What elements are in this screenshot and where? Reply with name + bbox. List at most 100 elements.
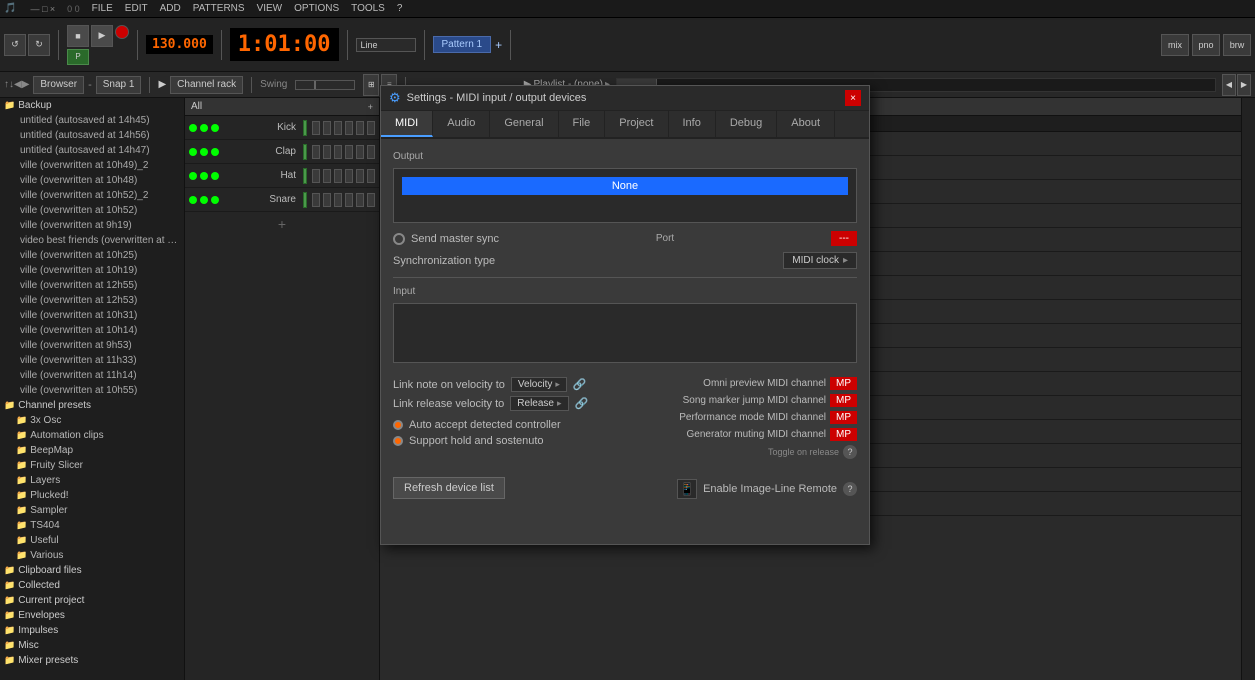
pattern-btn[interactable]: Pattern 1 (433, 36, 492, 53)
sidebar-item[interactable]: Misc (0, 638, 184, 653)
tab-audio[interactable]: Audio (433, 111, 490, 137)
channel-pad[interactable] (345, 169, 353, 183)
tab-info[interactable]: Info (669, 111, 716, 137)
menu-file[interactable]: FILE (92, 3, 113, 14)
channel-pad[interactable] (312, 145, 320, 159)
channel-led[interactable] (189, 196, 197, 204)
sidebar-item[interactable]: ville (overwritten at 11h14) (0, 368, 184, 383)
channel-led[interactable] (200, 148, 208, 156)
channel-led[interactable] (211, 148, 219, 156)
note-velocity-link-icon[interactable]: 🔗 (573, 378, 587, 391)
sidebar-item[interactable]: Collected (0, 578, 184, 593)
modal-close-btn[interactable]: × (845, 90, 861, 106)
menu-options[interactable]: OPTIONS (294, 3, 339, 14)
channel-pad[interactable] (367, 145, 375, 159)
channel-pad[interactable] (356, 121, 364, 135)
channel-mode-btn[interactable]: ⊞ (363, 74, 379, 96)
mixer-btn[interactable]: mix (1161, 34, 1189, 56)
menu-help[interactable]: ? (397, 3, 403, 14)
sidebar-item[interactable]: ville (overwritten at 10h49)_2 (0, 158, 184, 173)
sidebar-item[interactable]: ville (overwritten at 12h55) (0, 278, 184, 293)
channel-rack-btn[interactable]: Channel rack (170, 76, 243, 94)
sidebar-item[interactable]: untitled (autosaved at 14h56) (0, 128, 184, 143)
snap-btn[interactable]: Snap 1 (96, 76, 142, 94)
sidebar-item[interactable]: Envelopes (0, 608, 184, 623)
sidebar-item[interactable]: Fruity Slicer (0, 458, 184, 473)
menu-tools[interactable]: TOOLS (351, 3, 385, 14)
channel-led[interactable] (189, 124, 197, 132)
output-list[interactable]: None (393, 168, 857, 223)
sidebar-item[interactable]: ville (overwritten at 10h31) (0, 308, 184, 323)
redo-btn[interactable]: ↻ (28, 34, 50, 56)
channel-pad[interactable] (367, 169, 375, 183)
sidebar-item[interactable]: Useful (0, 533, 184, 548)
menu-patterns[interactable]: PATTERNS (193, 3, 245, 14)
tab-midi[interactable]: MIDI (381, 111, 433, 137)
channel-row[interactable]: Clap (185, 140, 379, 164)
channel-led[interactable] (189, 172, 197, 180)
song-marker-btn[interactable]: MP (830, 394, 857, 407)
channel-pad[interactable] (334, 169, 342, 183)
sidebar-item[interactable]: Various (0, 548, 184, 563)
channel-pad[interactable] (323, 169, 331, 183)
tab-general[interactable]: General (490, 111, 558, 137)
playlist-scrollbar[interactable] (1241, 98, 1255, 680)
channel-led[interactable] (211, 172, 219, 180)
channel-add-large[interactable]: + (278, 216, 286, 232)
channel-add-btn[interactable]: + (368, 102, 373, 112)
input-list[interactable] (393, 303, 857, 363)
sidebar-item[interactable]: Sampler (0, 503, 184, 518)
sidebar-item[interactable]: Mixer presets (0, 653, 184, 668)
pattern-mode-btn[interactable]: P (67, 49, 89, 65)
channel-pad[interactable] (323, 121, 331, 135)
sidebar-item[interactable]: untitled (autosaved at 14h45) (0, 113, 184, 128)
sidebar-item[interactable]: video best friends (overwritten at 9h01) (0, 233, 184, 248)
channel-pad[interactable] (345, 193, 353, 207)
scroll-right-btn[interactable]: ▶ (1237, 74, 1251, 96)
support-hold-radio[interactable] (393, 436, 403, 446)
channel-led[interactable] (211, 196, 219, 204)
piano-btn[interactable]: pno (1192, 34, 1220, 56)
bpm-display[interactable]: 130.000 (146, 35, 213, 54)
channel-led[interactable] (200, 172, 208, 180)
sidebar-item[interactable]: ville (overwritten at 11h33) (0, 353, 184, 368)
swing-slider[interactable] (295, 80, 355, 90)
auto-accept-radio[interactable] (393, 420, 403, 430)
scroll-left-btn[interactable]: ◀ (1222, 74, 1236, 96)
menu-add[interactable]: ADD (160, 3, 181, 14)
tab-debug[interactable]: Debug (716, 111, 777, 137)
sidebar-item[interactable]: ville (overwritten at 12h53) (0, 293, 184, 308)
sidebar-item[interactable]: ville (overwritten at 10h19) (0, 263, 184, 278)
menu-view[interactable]: VIEW (257, 3, 283, 14)
remote-info-icon[interactable]: ? (843, 482, 857, 496)
channel-row[interactable]: Kick (185, 116, 379, 140)
channel-pad[interactable] (323, 145, 331, 159)
omni-preview-btn[interactable]: MP (830, 377, 857, 390)
sidebar-item[interactable]: ville (overwritten at 10h48) (0, 173, 184, 188)
note-velocity-select[interactable]: Velocity ▸ (511, 377, 567, 392)
sidebar-item[interactable]: TS404 (0, 518, 184, 533)
channel-led[interactable] (200, 196, 208, 204)
channel-pad[interactable] (345, 121, 353, 135)
channel-row[interactable]: Hat (185, 164, 379, 188)
sidebar-item[interactable]: ville (overwritten at 10h14) (0, 323, 184, 338)
sidebar-item[interactable]: ville (overwritten at 10h52) (0, 203, 184, 218)
line-select[interactable]: Line (356, 38, 416, 52)
sidebar-item[interactable]: Automation clips (0, 428, 184, 443)
sidebar-item[interactable]: Channel presets (0, 398, 184, 413)
sidebar-item[interactable]: ville (overwritten at 9h19) (0, 218, 184, 233)
sidebar-item[interactable]: Layers (0, 473, 184, 488)
channel-led[interactable] (189, 148, 197, 156)
refresh-btn[interactable]: Refresh device list (393, 477, 505, 499)
performance-mode-btn[interactable]: MP (830, 411, 857, 424)
port-btn[interactable]: --- (831, 231, 857, 246)
undo-btn[interactable]: ↺ (4, 34, 26, 56)
release-velocity-select[interactable]: Release ▸ (510, 396, 568, 411)
sidebar-item[interactable]: ville (overwritten at 10h25) (0, 248, 184, 263)
channel-pad[interactable] (334, 121, 342, 135)
channel-pad[interactable] (323, 193, 331, 207)
release-velocity-link-icon[interactable]: 🔗 (575, 397, 589, 410)
channel-pad[interactable] (312, 169, 320, 183)
channel-pad[interactable] (356, 193, 364, 207)
menu-edit[interactable]: EDIT (125, 3, 148, 14)
